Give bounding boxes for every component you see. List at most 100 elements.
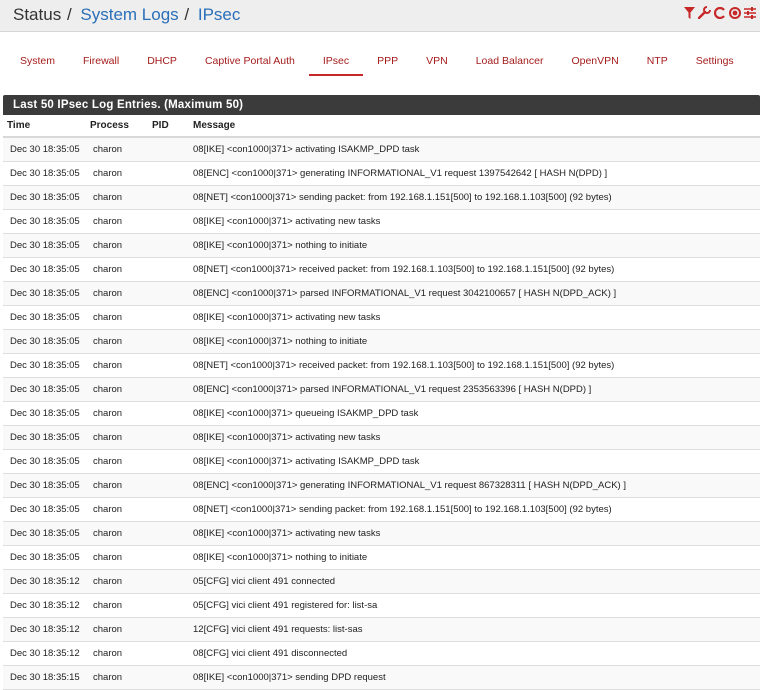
stop-icon[interactable] xyxy=(729,6,741,24)
column-header-process[interactable]: Process xyxy=(90,115,148,138)
log-message: 08[IKE] <con1000|371> activating new tas… xyxy=(189,209,760,234)
breadcrumb-system-logs-link[interactable]: System Logs xyxy=(80,5,178,24)
column-header-pid[interactable]: PID xyxy=(148,115,189,138)
log-message: 05[CFG] vici client 491 connected xyxy=(189,569,760,594)
log-message: 08[IKE] <con1000|371> nothing to initiat… xyxy=(189,329,760,354)
tab-dhcp[interactable]: DHCP xyxy=(133,48,191,76)
tab-firewall[interactable]: Firewall xyxy=(69,48,133,76)
log-message: 08[IKE] <con1000|371> nothing to initiat… xyxy=(189,233,760,258)
table-row: Dec 30 18:35:05 charon 08[IKE] <con1000|37… xyxy=(3,401,760,426)
log-pid xyxy=(148,545,189,570)
log-pid xyxy=(148,281,189,306)
breadcrumb: Status / System Logs / IPsec xyxy=(13,5,240,25)
log-pid xyxy=(148,233,189,258)
tab-ntp[interactable]: NTP xyxy=(633,48,682,76)
log-message: 08[NET] <con1000|371> received packet: f… xyxy=(189,353,760,378)
tab-settings[interactable]: Settings xyxy=(682,48,748,76)
log-process: charon xyxy=(90,497,148,522)
log-process: charon xyxy=(90,329,148,354)
log-message: 08[NET] <con1000|371> sending packet: fr… xyxy=(189,185,760,210)
log-process: charon xyxy=(90,641,148,666)
table-row: Dec 30 18:35:05 charon 08[IKE] <con1000|37… xyxy=(3,137,760,162)
log-process: charon xyxy=(90,665,148,690)
table-row: Dec 30 18:35:05 charon 08[NET] <con1000|37… xyxy=(3,353,760,378)
log-time: Dec 30 18:35:05 xyxy=(3,281,90,306)
log-message: 08[IKE] <con1000|371> activating new tas… xyxy=(189,305,760,330)
log-time: Dec 30 18:35:05 xyxy=(3,233,90,258)
log-tabs: System Firewall DHCP Captive Portal Auth IPs… xyxy=(6,48,748,76)
log-message: 08[IKE] <con1000|371> activating ISAKMP_… xyxy=(189,449,760,474)
log-message: 08[ENC] <con1000|371> generating INFORMA… xyxy=(189,161,760,186)
log-pid xyxy=(148,569,189,594)
log-message: 08[IKE] <con1000|371> sending DPD reques… xyxy=(189,665,760,690)
log-process: charon xyxy=(90,233,148,258)
log-message: 05[CFG] vici client 491 registered for: … xyxy=(189,593,760,618)
log-pid xyxy=(148,161,189,186)
log-time: Dec 30 18:35:12 xyxy=(3,641,90,666)
tab-load-balancer[interactable]: Load Balancer xyxy=(462,48,558,76)
log-message: 08[ENC] <con1000|371> generating INFORMA… xyxy=(189,473,760,498)
log-pid xyxy=(148,641,189,666)
table-row: Dec 30 18:35:05 charon 08[IKE] <con1000|37… xyxy=(3,233,760,258)
log-panel: Last 50 IPsec Log Entries. (Maximum 50) … xyxy=(3,95,760,690)
log-pid xyxy=(148,257,189,282)
tab-vpn[interactable]: VPN xyxy=(412,48,462,76)
log-pid xyxy=(148,377,189,402)
tab-openvpn[interactable]: OpenVPN xyxy=(557,48,632,76)
refresh-icon[interactable] xyxy=(713,6,726,24)
breadcrumb-ipsec-link[interactable]: IPsec xyxy=(198,5,241,24)
table-row: Dec 30 18:35:05 charon 08[IKE] <con1000|37… xyxy=(3,425,760,450)
log-time: Dec 30 18:35:05 xyxy=(3,185,90,210)
log-message: 08[NET] <con1000|371> received packet: f… xyxy=(189,257,760,282)
log-message: 12[CFG] vici client 491 requests: list-s… xyxy=(189,617,760,642)
table-row: Dec 30 18:35:12 charon 08[CFG] vici client… xyxy=(3,641,760,666)
log-time: Dec 30 18:35:05 xyxy=(3,401,90,426)
log-message: 08[ENC] <con1000|371> parsed INFORMATION… xyxy=(189,377,760,402)
log-message: 08[IKE] <con1000|371> nothing to initiat… xyxy=(189,545,760,570)
sliders-icon[interactable] xyxy=(744,6,756,24)
log-time: Dec 30 18:35:05 xyxy=(3,353,90,378)
log-time: Dec 30 18:35:05 xyxy=(3,305,90,330)
tab-captive-portal-auth[interactable]: Captive Portal Auth xyxy=(191,48,309,76)
tab-ipsec[interactable]: IPsec xyxy=(308,48,364,76)
log-time: Dec 30 18:35:05 xyxy=(3,329,90,354)
table-row: Dec 30 18:35:05 charon 08[ENC] <con1000|37… xyxy=(3,161,760,186)
log-pid xyxy=(148,353,189,378)
log-pid xyxy=(148,473,189,498)
log-process: charon xyxy=(90,185,148,210)
log-time: Dec 30 18:35:05 xyxy=(3,209,90,234)
log-process: charon xyxy=(90,377,148,402)
tab-system[interactable]: System xyxy=(6,48,69,76)
table-row: Dec 30 18:35:05 charon 08[ENC] <con1000|37… xyxy=(3,281,760,306)
tab-ppp[interactable]: PPP xyxy=(363,48,412,76)
log-time: Dec 30 18:35:05 xyxy=(3,377,90,402)
page-header: Status / System Logs / IPsec xyxy=(0,0,760,32)
table-row: Dec 30 18:35:05 charon 08[IKE] <con1000|37… xyxy=(3,449,760,474)
table-row: Dec 30 18:35:05 charon 08[NET] <con1000|37… xyxy=(3,185,760,210)
log-time: Dec 30 18:35:05 xyxy=(3,137,90,162)
log-message: 08[IKE] <con1000|371> activating ISAKMP_… xyxy=(189,137,760,162)
filter-icon[interactable] xyxy=(684,6,695,24)
log-message: 08[IKE] <con1000|371> activating new tas… xyxy=(189,425,760,450)
wrench-icon[interactable] xyxy=(697,6,711,24)
log-process: charon xyxy=(90,521,148,546)
log-process: charon xyxy=(90,137,148,162)
column-header-time[interactable]: Time xyxy=(3,115,90,138)
column-header-message[interactable]: Message xyxy=(189,115,760,138)
log-process: charon xyxy=(90,353,148,378)
log-pid xyxy=(148,209,189,234)
breadcrumb-separator: / xyxy=(66,5,72,24)
table-row: Dec 30 18:35:12 charon 05[CFG] vici client… xyxy=(3,569,760,594)
log-time: Dec 30 18:35:05 xyxy=(3,161,90,186)
log-time: Dec 30 18:35:05 xyxy=(3,257,90,282)
log-process: charon xyxy=(90,473,148,498)
table-row: Dec 30 18:35:05 charon 08[IKE] <con1000|37… xyxy=(3,521,760,546)
log-process: charon xyxy=(90,593,148,618)
log-pid xyxy=(148,617,189,642)
table-row: Dec 30 18:35:05 charon 08[NET] <con1000|37… xyxy=(3,497,760,522)
table-row: Dec 30 18:35:12 charon 05[CFG] vici client… xyxy=(3,593,760,618)
log-message: 08[ENC] <con1000|371> parsed INFORMATION… xyxy=(189,281,760,306)
log-time: Dec 30 18:35:12 xyxy=(3,593,90,618)
log-message: 08[NET] <con1000|371> sending packet: fr… xyxy=(189,497,760,522)
log-pid xyxy=(148,449,189,474)
